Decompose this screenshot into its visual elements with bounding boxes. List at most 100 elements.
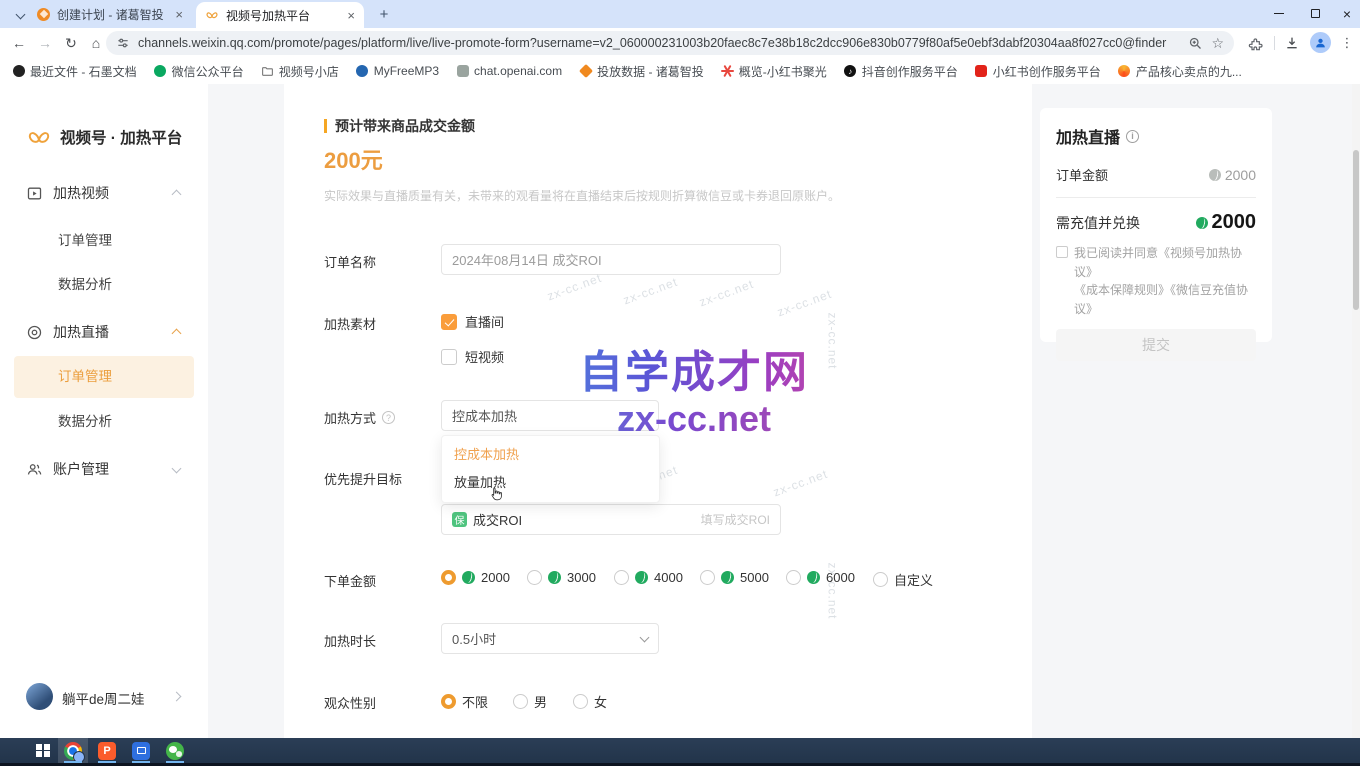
chrome-icon <box>64 742 82 760</box>
sidebar-item-live-orders-active[interactable]: 订单管理 <box>14 356 194 398</box>
budget-option-3000[interactable]: 3000 <box>527 570 596 585</box>
extensions-icon[interactable] <box>1248 35 1264 51</box>
toolbar-divider <box>1274 36 1275 50</box>
gender-option-any[interactable]: 不限 <box>441 692 488 711</box>
taskbar-wechat[interactable] <box>160 738 190 763</box>
scrollbar-thumb[interactable] <box>1353 150 1359 310</box>
forward-button[interactable]: → <box>34 32 56 54</box>
url-text[interactable]: channels.weixin.qq.com/promote/pages/pla… <box>138 36 1180 50</box>
scrollbar-track[interactable] <box>1352 84 1360 738</box>
dropdown-option-cost-control[interactable]: 控成本加热 <box>442 441 659 469</box>
window-close-button[interactable]: × <box>1332 0 1360 27</box>
bookmark-item[interactable]: ♪抖音创作服务平台 <box>844 63 958 80</box>
new-tab-button[interactable]: + <box>374 4 394 24</box>
sidebar-group-account[interactable]: 账户管理 <box>26 459 109 479</box>
radio-icon[interactable] <box>513 694 528 709</box>
radio-icon[interactable] <box>614 570 629 585</box>
chevron-up-icon[interactable] <box>172 190 182 200</box>
start-button[interactable] <box>28 738 58 763</box>
tab-title: 创建计划 - 诸葛智投 <box>57 6 168 23</box>
platform-title: 视频号 · 加热平台 <box>60 126 182 148</box>
radio-icon[interactable] <box>786 570 801 585</box>
coin-bean-icon <box>635 571 648 584</box>
bookmark-item[interactable]: 最近文件 - 石墨文档 <box>12 63 137 80</box>
radio-icon[interactable] <box>873 572 888 587</box>
bookmark-item[interactable]: 概览-小红书聚光 <box>721 63 827 80</box>
site-settings-icon[interactable] <box>116 36 130 50</box>
user-name: 躺平de周二娃 <box>62 688 145 708</box>
reload-button[interactable]: ↻ <box>60 32 82 54</box>
agreement-checkbox[interactable] <box>1056 246 1068 258</box>
watermark-tile: zx-cc.net <box>697 277 755 310</box>
radio-selected-icon[interactable] <box>441 570 456 585</box>
close-tab-icon[interactable]: × <box>175 8 183 21</box>
gender-label: 观众性别 <box>324 693 376 712</box>
address-bar[interactable]: channels.weixin.qq.com/promote/pages/pla… <box>106 31 1234 55</box>
zoom-icon[interactable] <box>1188 36 1203 51</box>
sidebar-group-heat-video[interactable]: 加热视频 <box>26 183 109 203</box>
roi-input[interactable]: 保 成交ROI 填写成交ROI <box>441 504 781 535</box>
gender-option-male[interactable]: 男 <box>513 692 547 711</box>
checkbox-checked-icon[interactable] <box>441 314 457 330</box>
budget-option-custom[interactable]: 自定义 <box>873 570 933 589</box>
sidebar-item-video-orders[interactable]: 订单管理 <box>58 229 112 249</box>
channels-favicon <box>205 8 219 22</box>
radio-icon[interactable] <box>573 694 588 709</box>
back-button[interactable]: ← <box>8 32 30 54</box>
radio-icon[interactable] <box>700 570 715 585</box>
running-indicator <box>166 761 184 763</box>
taskbar-blue-app[interactable] <box>126 738 156 763</box>
help-icon[interactable]: ? <box>382 411 395 424</box>
video-icon <box>26 185 43 202</box>
watermark-tile: zx-cc.net <box>621 275 679 308</box>
platform-logo: 视频号 · 加热平台 <box>26 124 182 150</box>
bookmark-item[interactable]: 产品核心卖点的九... <box>1118 63 1242 80</box>
bookmark-item[interactable]: 微信公众平台 <box>154 63 244 80</box>
budget-option-4000[interactable]: 4000 <box>614 570 683 585</box>
radio-selected-icon[interactable] <box>441 694 456 709</box>
method-label: 加热方式? <box>324 408 395 427</box>
budget-option-6000[interactable]: 6000 <box>786 570 855 585</box>
window-restore-button[interactable] <box>1300 0 1330 27</box>
bookmark-item[interactable]: chat.openai.com <box>456 64 562 78</box>
budget-option-2000[interactable]: 2000 <box>441 570 510 585</box>
tab-heat-platform[interactable]: 视频号加热平台 × <box>196 2 364 28</box>
duration-select[interactable]: 0.5小时 <box>441 623 659 654</box>
bookmark-item[interactable]: 小红书创作服务平台 <box>975 63 1101 80</box>
material-option-live[interactable]: 直播间 <box>441 312 504 331</box>
radio-icon[interactable] <box>527 570 542 585</box>
tab-create-plan[interactable]: 创建计划 - 诸葛智投 × <box>28 3 192 25</box>
taskbar-wps[interactable]: P <box>92 738 122 763</box>
guarantee-badge: 保 <box>452 512 467 527</box>
material-option-video[interactable]: 短视频 <box>441 347 504 366</box>
close-tab-icon[interactable]: × <box>347 9 355 22</box>
submit-button[interactable]: 提交 <box>1056 329 1256 361</box>
home-button[interactable]: ⌂ <box>85 32 107 54</box>
bookmark-item[interactable]: 投放数据 - 诸葛智投 <box>579 63 704 80</box>
window-minimize-button[interactable] <box>1264 0 1294 27</box>
wechat-mp-icon <box>154 65 166 77</box>
browser-menu-button[interactable]: ⋮ <box>1338 32 1356 54</box>
gender-option-female[interactable]: 女 <box>573 692 607 711</box>
chevron-right-icon[interactable] <box>172 692 182 702</box>
taskbar-chrome[interactable] <box>58 738 88 763</box>
checkbox-icon[interactable] <box>441 349 457 365</box>
order-name-input[interactable]: 2024年08月14日 成交ROI <box>441 244 781 275</box>
bookmark-item[interactable]: 视频号小店 <box>261 63 339 80</box>
sidebar-item-live-analytics[interactable]: 数据分析 <box>58 410 112 430</box>
user-row[interactable]: 躺平de周二娃 <box>0 682 208 712</box>
sidebar-group-heat-live[interactable]: 加热直播 <box>26 322 109 342</box>
order-form-card: 预计带来商品成交金额 200元 实际效果与直播质量有关，未带来的观看量将在直播结… <box>284 84 1032 738</box>
downloads-icon[interactable] <box>1284 35 1300 51</box>
chevron-down-icon[interactable] <box>172 464 182 474</box>
windows-logo-icon <box>36 744 50 758</box>
bookmark-star-icon[interactable]: ☆ <box>1211 35 1224 52</box>
bookmark-item[interactable]: MyFreeMP3 <box>356 64 439 78</box>
budget-option-5000[interactable]: 5000 <box>700 570 769 585</box>
profile-avatar[interactable] <box>1310 32 1331 53</box>
chevron-up-icon[interactable] <box>172 329 182 339</box>
sidebar-item-video-analytics[interactable]: 数据分析 <box>58 273 112 293</box>
dropdown-option-volume[interactable]: 放量加热 <box>442 469 659 497</box>
info-icon[interactable]: i <box>1126 130 1139 143</box>
method-select[interactable]: 控成本加热 <box>441 400 659 431</box>
